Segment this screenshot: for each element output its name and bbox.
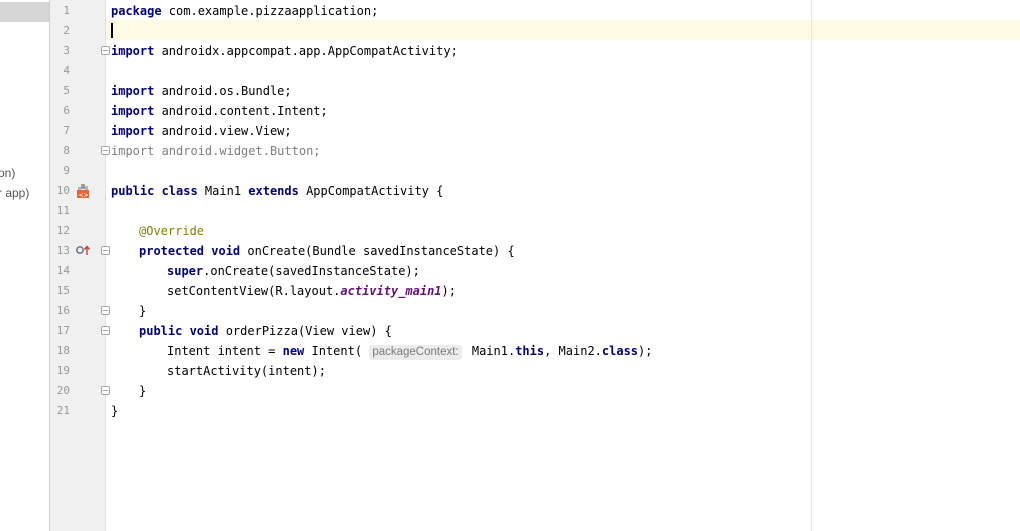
code-line-19[interactable]: startActivity(intent); <box>167 361 326 381</box>
current-line-highlight <box>106 20 1020 40</box>
parameter-hint: packageContext: <box>369 345 462 360</box>
code-text: android.view.View; <box>154 124 292 138</box>
keyword: import <box>111 84 155 98</box>
code-text: ); <box>638 344 653 358</box>
line-number: 15 <box>56 284 70 297</box>
code-line-6[interactable]: import android.content.Intent; <box>111 101 328 121</box>
line-number: 16 <box>56 304 70 317</box>
code-line-8-unused-import[interactable]: import android.widget.Button; <box>111 141 321 161</box>
code-text: , Main2. <box>544 344 602 358</box>
code-text: AppCompatActivity { <box>298 184 444 198</box>
code-line-15[interactable]: setContentView(R.layout.activity_main1); <box>167 281 456 301</box>
code-line-17[interactable]: public void orderPizza(View view) { <box>139 321 392 341</box>
keyword: import <box>111 144 155 158</box>
line-number: 19 <box>56 364 70 377</box>
line-number: 13 <box>56 244 70 257</box>
code-text: Main1. <box>464 344 516 358</box>
line-number: 5 <box>63 84 70 97</box>
line-number: 6 <box>63 104 70 117</box>
code-line-20[interactable]: } <box>139 381 146 401</box>
code-line-18[interactable]: Intent intent = new Intent( packageConte… <box>167 341 652 361</box>
code-text: } <box>139 304 147 318</box>
static-field: activity_main1 <box>340 284 442 298</box>
line-number: 3 <box>63 44 70 57</box>
keyword: class <box>601 344 639 358</box>
code-text: setContentView(R.layout. <box>167 284 341 298</box>
code-text: onCreate(Bundle savedInstanceState) { <box>240 244 515 258</box>
line-number: 21 <box>56 404 70 417</box>
keyword: import <box>111 124 155 138</box>
line-number: 2 <box>63 24 70 37</box>
line-number: 17 <box>56 324 70 337</box>
line-number: 10 <box>56 184 70 197</box>
keyword: new <box>282 344 305 358</box>
project-panel[interactable]: on) r app) <box>0 0 49 531</box>
code-line-14[interactable]: super.onCreate(savedInstanceState); <box>167 261 420 281</box>
keyword: public class <box>111 184 198 198</box>
keyword: package <box>111 4 162 18</box>
tree-item-fragment[interactable]: r app) <box>0 186 29 200</box>
line-number: 8 <box>63 144 70 157</box>
fold-toggle[interactable] <box>101 146 110 155</box>
line-number: 7 <box>63 124 70 137</box>
fold-toggle[interactable] <box>101 326 110 335</box>
line-number: 18 <box>56 344 70 357</box>
svg-text:<>: <> <box>79 192 89 199</box>
code-text: android.content.Intent; <box>154 104 328 118</box>
code-line-5[interactable]: import android.os.Bundle; <box>111 81 292 101</box>
code-text: android.os.Bundle; <box>154 84 292 98</box>
keyword: import <box>111 44 155 58</box>
code-text: } <box>139 384 147 398</box>
code-text: android.widget.Button; <box>154 144 321 158</box>
override-icon[interactable] <box>75 244 91 256</box>
code-line-12[interactable]: @Override <box>139 221 204 241</box>
keyword: extends <box>248 184 299 198</box>
code-line-21[interactable]: } <box>111 401 118 421</box>
fold-toggle[interactable] <box>101 386 110 395</box>
code-text: com.example.pizzaapplication; <box>161 4 379 18</box>
line-number: 12 <box>56 224 70 237</box>
keyword: super <box>167 264 204 278</box>
keyword: public void <box>139 324 219 338</box>
annotation: @Override <box>139 224 205 238</box>
code-text: Intent( <box>304 344 370 358</box>
code-text: Intent intent = <box>167 344 283 358</box>
text-caret <box>111 23 113 38</box>
code-text: .onCreate(savedInstanceState); <box>203 264 420 278</box>
line-number: 9 <box>63 164 70 177</box>
code-text: Main1 <box>197 184 249 198</box>
code-line-1[interactable]: package com.example.pizzaapplication; <box>111 1 378 21</box>
fold-toggle[interactable] <box>101 46 110 55</box>
code-line-3[interactable]: import androidx.appcompat.app.AppCompatA… <box>111 41 458 61</box>
code-text: startActivity(intent); <box>167 364 326 378</box>
keyword: protected void <box>139 244 241 258</box>
line-number: 1 <box>63 4 70 17</box>
code-text: ); <box>441 284 456 298</box>
code-text: androidx.appcompat.app.AppCompatActivity… <box>154 44 458 58</box>
fold-toggle[interactable] <box>101 246 110 255</box>
code-line-7[interactable]: import android.view.View; <box>111 121 292 141</box>
keyword: this <box>515 344 545 358</box>
code-text: orderPizza(View view) { <box>218 324 392 338</box>
line-number: 4 <box>63 64 70 77</box>
class-run-icon[interactable]: <> <box>76 183 90 199</box>
code-line-10[interactable]: public class Main1 extends AppCompatActi… <box>111 181 443 201</box>
line-number: 11 <box>56 204 70 217</box>
fold-toggle[interactable] <box>101 306 110 315</box>
tree-item-fragment[interactable]: on) <box>0 166 15 180</box>
line-number: 20 <box>56 384 70 397</box>
code-line-13[interactable]: protected void onCreate(Bundle savedInst… <box>139 241 515 261</box>
code-text: } <box>111 404 119 418</box>
keyword: import <box>111 104 155 118</box>
code-line-16[interactable]: } <box>139 301 146 321</box>
selected-tree-row[interactable] <box>0 2 49 22</box>
line-number: 14 <box>56 264 70 277</box>
right-margin-guide <box>811 0 812 531</box>
